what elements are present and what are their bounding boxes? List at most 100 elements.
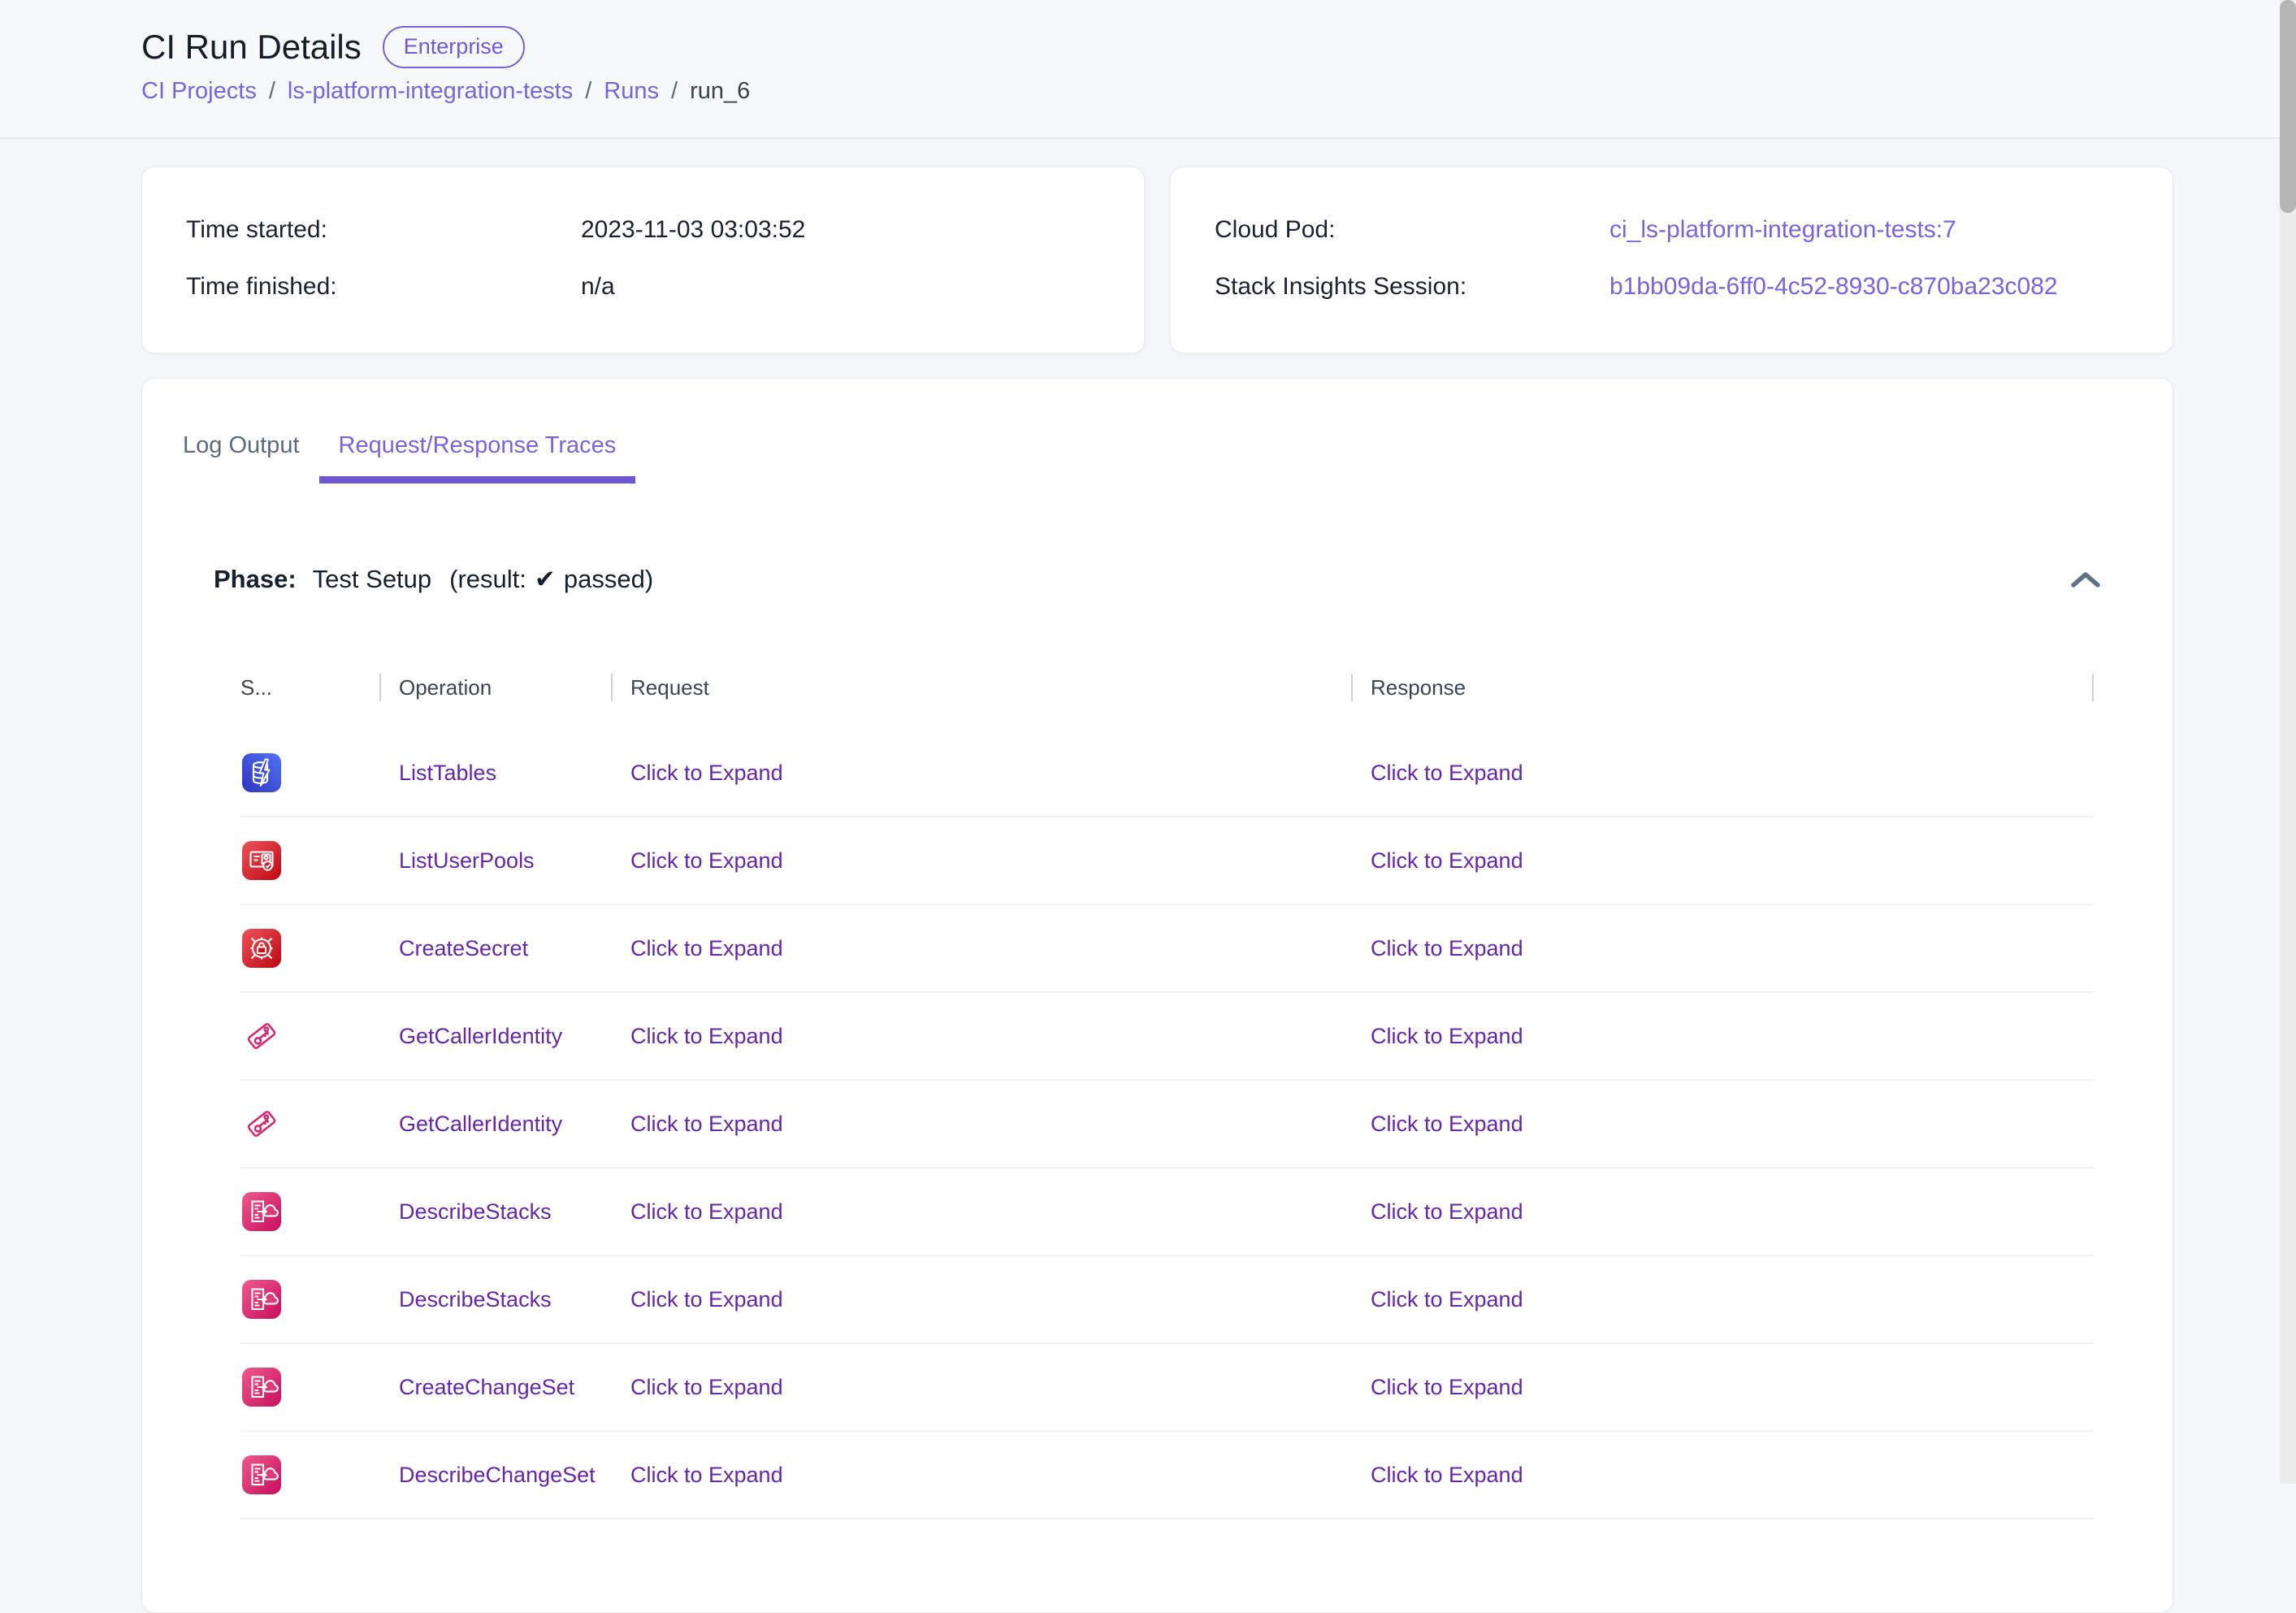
request-expand-link[interactable]: Click to Expand [630, 936, 783, 960]
time-finished-value: n/a [581, 273, 615, 301]
column-header-operation: Operation [379, 672, 611, 703]
cloudformation-icon [242, 1280, 281, 1319]
response-expand-link[interactable]: Click to Expand [1371, 1199, 1523, 1224]
breadcrumb: CI Projects / ls-platform-integration-te… [141, 78, 2296, 105]
operation-link[interactable]: ListUserPools [399, 848, 535, 873]
cognito-icon [242, 841, 281, 880]
secretsmanager-icon [242, 929, 281, 968]
sts-icon [242, 1104, 281, 1143]
response-expand-link[interactable]: Click to Expand [1371, 761, 1523, 785]
time-started-label: Time started: [186, 216, 581, 244]
table-row: ListTables Click to Expand Click to Expa… [240, 730, 2094, 817]
response-expand-link[interactable]: Click to Expand [1371, 1112, 1523, 1136]
trace-table: S... Operation Request Response [240, 672, 2094, 1520]
request-expand-link[interactable]: Click to Expand [630, 761, 783, 785]
breadcrumb-project[interactable]: ls-platform-integration-tests [288, 78, 573, 105]
cloud-pod-row: Cloud Pod: ci_ls-platform-integration-te… [1215, 202, 2173, 258]
table-row: ListUserPools Click to Expand Click to E… [240, 817, 2094, 905]
breadcrumb-current-run: run_6 [690, 78, 750, 105]
service-icon-cell [240, 1192, 379, 1231]
phase-header: Phase: Test Setup (result: ✔ passed) [214, 562, 2104, 597]
check-icon: ✔ [535, 562, 556, 597]
chevron-up-icon [2070, 570, 2101, 589]
phase-name: Test Setup [313, 562, 431, 597]
service-icon-cell [240, 929, 379, 968]
service-icon-cell [240, 753, 379, 792]
tab-log-output[interactable]: Log Output [163, 426, 319, 483]
time-finished-label: Time finished: [186, 273, 581, 301]
service-icon-cell [240, 1280, 379, 1319]
table-row: GetCallerIdentity Click to Expand Click … [240, 1081, 2094, 1169]
page-title: CI Run Details [141, 28, 362, 67]
operation-link[interactable]: DescribeChangeSet [399, 1463, 596, 1487]
trace-table-header: S... Operation Request Response [240, 672, 2094, 703]
traces-card: Log Output Request/Response Traces Phase… [141, 378, 2173, 1613]
service-icon-cell [240, 1368, 379, 1407]
tab-request-response-traces[interactable]: Request/Response Traces [319, 426, 636, 483]
main-content: Time started: 2023-11-03 03:03:52 Time f… [0, 167, 2296, 1613]
cloudformation-icon [242, 1192, 281, 1231]
service-icon-cell [240, 1017, 379, 1056]
service-icon-cell [240, 841, 379, 880]
dynamodb-icon [242, 753, 281, 792]
service-icon-cell [240, 1104, 379, 1143]
column-header-response: Response [1351, 672, 2094, 703]
stack-insights-label: Stack Insights Session: [1215, 273, 1609, 301]
table-row: CreateChangeSet Click to Expand Click to… [240, 1344, 2094, 1432]
request-expand-link[interactable]: Click to Expand [630, 1463, 783, 1487]
stack-insights-session-link[interactable]: b1bb09da-6ff0-4c52-8930-c870ba23c082 [1609, 273, 2058, 301]
request-expand-link[interactable]: Click to Expand [630, 1112, 783, 1136]
request-expand-link[interactable]: Click to Expand [630, 848, 783, 873]
operation-link[interactable]: CreateSecret [399, 936, 528, 960]
breadcrumb-ci-projects[interactable]: CI Projects [141, 78, 257, 105]
phase-result-prefix: (result: [449, 562, 526, 597]
operation-link[interactable]: DescribeStacks [399, 1199, 552, 1224]
scrollbar-thumb[interactable] [2280, 0, 2296, 213]
breadcrumb-separator: / [269, 78, 275, 105]
page-header: CI Run Details Enterprise CI Projects / … [0, 0, 2296, 139]
request-expand-link[interactable]: Click to Expand [630, 1375, 783, 1399]
service-icon-cell [240, 1455, 379, 1494]
table-row: DescribeStacks Click to Expand Click to … [240, 1169, 2094, 1256]
response-expand-link[interactable]: Click to Expand [1371, 1024, 1523, 1048]
phase-label: Phase: [214, 562, 297, 597]
request-expand-link[interactable]: Click to Expand [630, 1287, 783, 1312]
operation-link[interactable]: DescribeStacks [399, 1287, 552, 1312]
session-card: Cloud Pod: ci_ls-platform-integration-te… [1170, 167, 2173, 353]
scrollbar-track[interactable] [2280, 0, 2296, 1484]
table-row: CreateSecret Click to Expand Click to Ex… [240, 905, 2094, 993]
trace-table-body: ListTables Click to Expand Click to Expa… [240, 730, 2094, 1520]
breadcrumb-runs[interactable]: Runs [604, 78, 659, 105]
cloud-pod-label: Cloud Pod: [1215, 216, 1609, 244]
time-started-value: 2023-11-03 03:03:52 [581, 216, 805, 244]
cloud-pod-link[interactable]: ci_ls-platform-integration-tests:7 [1609, 216, 1956, 244]
response-expand-link[interactable]: Click to Expand [1371, 1287, 1523, 1312]
operation-link[interactable]: GetCallerIdentity [399, 1112, 562, 1136]
response-expand-link[interactable]: Click to Expand [1371, 1463, 1523, 1487]
time-started-row: Time started: 2023-11-03 03:03:52 [186, 202, 1144, 258]
phase-result-suffix: passed) [564, 562, 653, 597]
response-expand-link[interactable]: Click to Expand [1371, 1375, 1523, 1399]
table-row: DescribeStacks Click to Expand Click to … [240, 1256, 2094, 1344]
cloudformation-icon [242, 1368, 281, 1407]
column-header-service: S... [240, 672, 379, 703]
request-expand-link[interactable]: Click to Expand [630, 1199, 783, 1224]
table-row: GetCallerIdentity Click to Expand Click … [240, 993, 2094, 1081]
operation-link[interactable]: GetCallerIdentity [399, 1024, 562, 1048]
operation-link[interactable]: ListTables [399, 761, 496, 785]
sts-icon [242, 1017, 281, 1056]
phase-result: (result: ✔ passed) [449, 562, 653, 597]
operation-link[interactable]: CreateChangeSet [399, 1375, 574, 1399]
time-finished-row: Time finished: n/a [186, 258, 1144, 315]
breadcrumb-separator: / [585, 78, 591, 105]
column-header-request: Request [611, 672, 1351, 703]
collapse-phase-button[interactable] [2067, 566, 2104, 592]
run-times-card: Time started: 2023-11-03 03:03:52 Time f… [141, 167, 1145, 353]
request-expand-link[interactable]: Click to Expand [630, 1024, 783, 1048]
cloudformation-icon [242, 1455, 281, 1494]
table-row: DescribeChangeSet Click to Expand Click … [240, 1432, 2094, 1520]
response-expand-link[interactable]: Click to Expand [1371, 936, 1523, 960]
breadcrumb-separator: / [671, 78, 678, 105]
response-expand-link[interactable]: Click to Expand [1371, 848, 1523, 873]
tab-bar: Log Output Request/Response Traces [163, 426, 2173, 483]
